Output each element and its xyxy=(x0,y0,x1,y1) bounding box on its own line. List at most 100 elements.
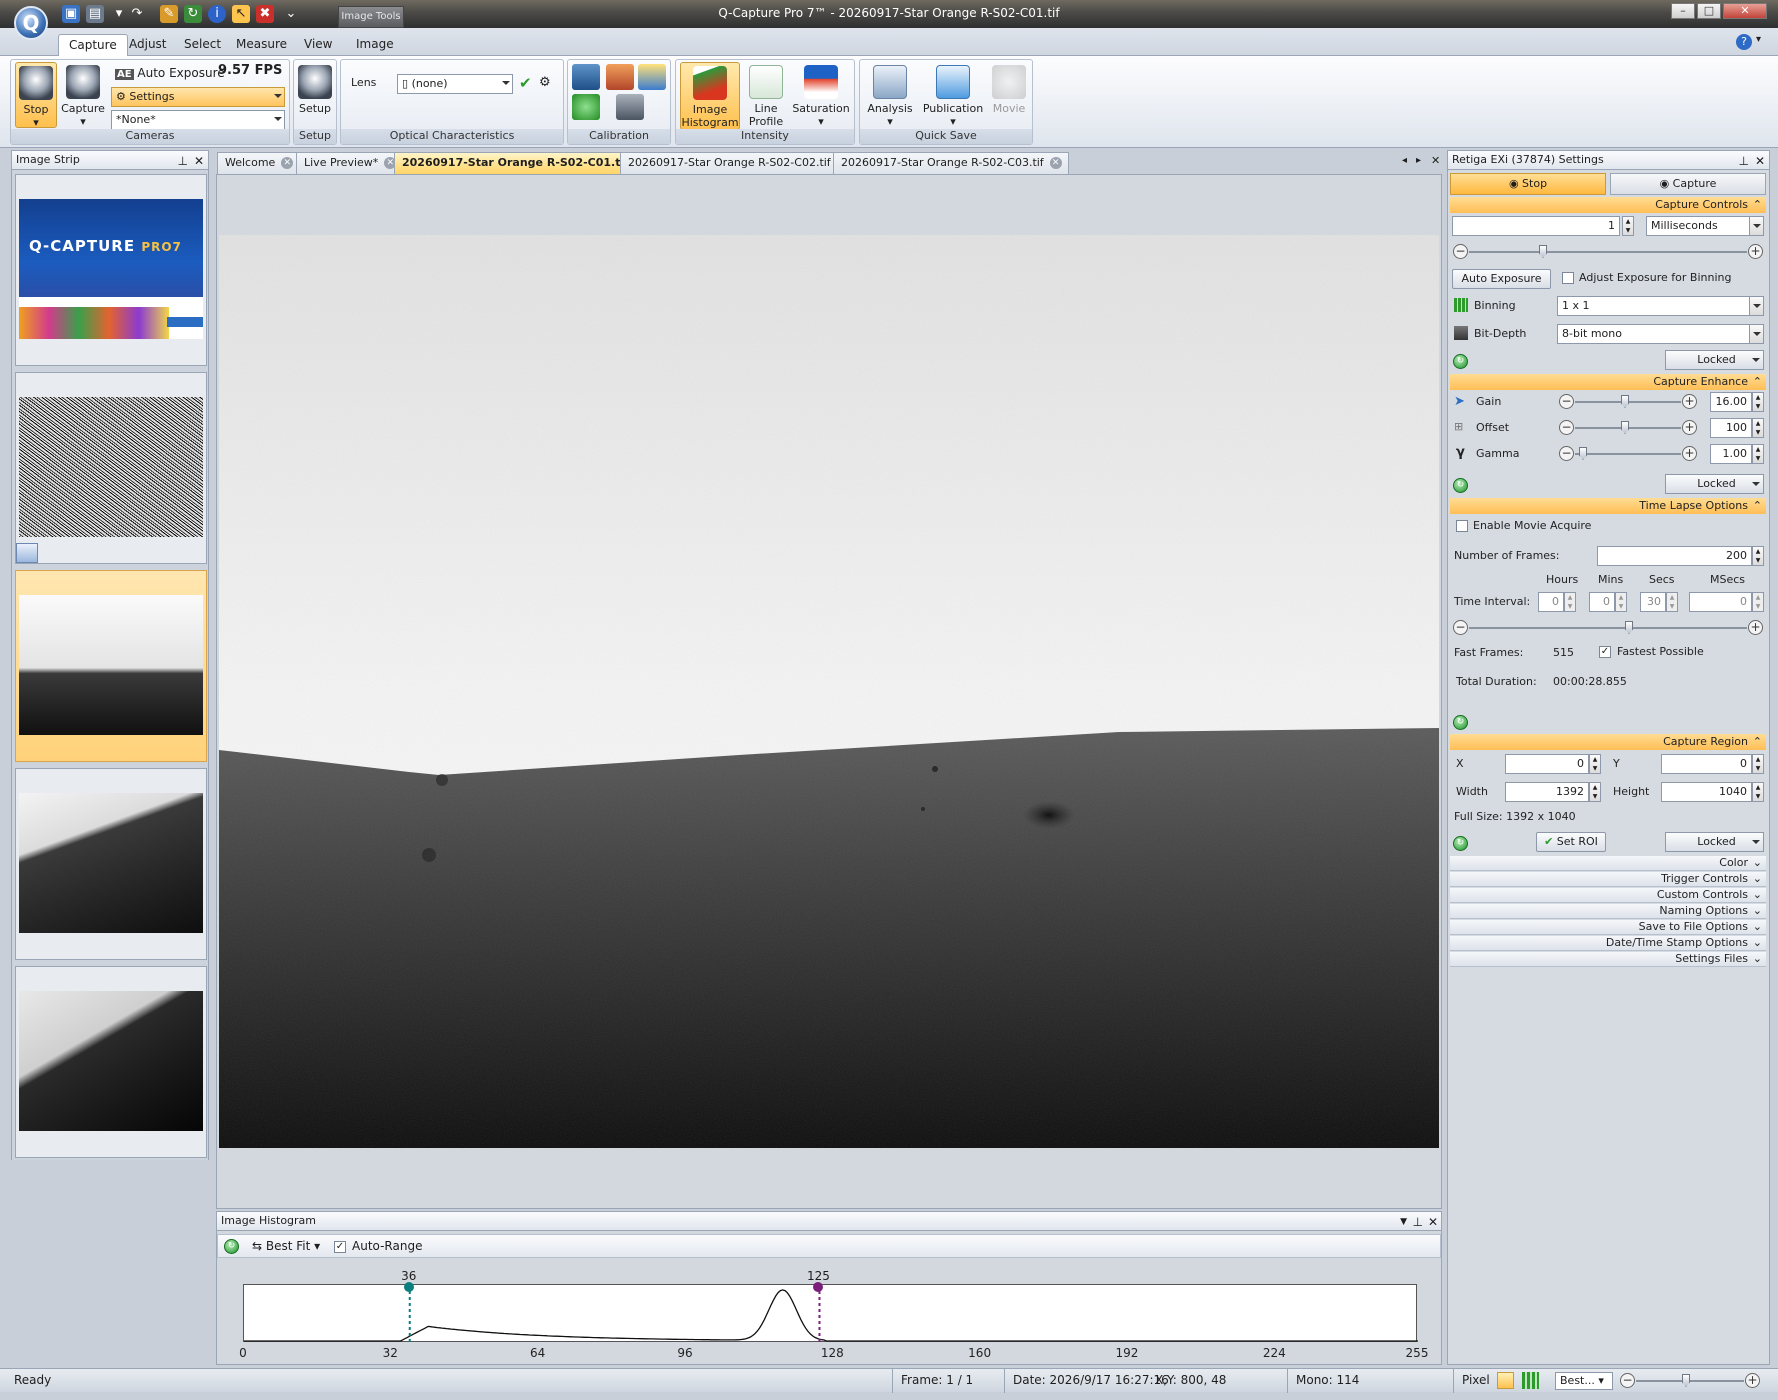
height-input[interactable]: 1040 xyxy=(1661,782,1752,802)
close-button[interactable]: ✕ xyxy=(1723,3,1767,19)
section-custom-controls[interactable]: Custom Controls ⌄ xyxy=(1450,888,1766,903)
frames-input[interactable]: 200 xyxy=(1597,546,1752,566)
tab-measure[interactable]: Measure xyxy=(226,34,297,56)
exposure-unit-dropdown[interactable]: Milliseconds xyxy=(1646,216,1764,236)
capture-region-reset-icon[interactable]: ↻ xyxy=(1453,836,1468,851)
gain-input[interactable]: 16.00 xyxy=(1710,392,1752,412)
x-spinner[interactable]: ▲ ▼ xyxy=(1589,754,1601,774)
capture-enhance-reset-icon[interactable]: ↻ xyxy=(1453,478,1468,493)
help-icon[interactable]: ? xyxy=(1736,34,1752,50)
msecs-spinner[interactable]: ▲ ▼ xyxy=(1752,592,1764,612)
y-input[interactable]: 0 xyxy=(1661,754,1752,774)
width-spinner[interactable]: ▲ ▼ xyxy=(1589,782,1601,802)
calibration-camera-dropdown-icon[interactable] xyxy=(616,94,644,120)
tab-live-preview[interactable]: Live Preview* ✕ xyxy=(296,152,404,174)
app-logo-icon[interactable]: Q xyxy=(14,6,48,40)
fastest-possible-checkbox[interactable]: ✓ xyxy=(1599,646,1611,658)
preset-dropdown[interactable]: *None* xyxy=(111,110,285,130)
capture-button[interactable]: Capture ▾ xyxy=(61,62,105,128)
time-lapse-reset-icon[interactable]: ↻ xyxy=(1453,715,1468,730)
lens-dropdown[interactable]: ▯ (none) xyxy=(397,74,513,94)
tab-c02[interactable]: 20260917-Star Orange R-S02-C02.tif✕ xyxy=(620,152,856,174)
capture-enhance-header[interactable]: Capture Enhance ⌃ xyxy=(1450,374,1766,390)
capture-controls-locked-dropdown[interactable]: Locked xyxy=(1665,350,1764,370)
pin-icon[interactable]: ⊥ xyxy=(1413,1213,1423,1231)
exposure-spinner[interactable]: ▲ ▼ xyxy=(1622,216,1634,236)
exposure-input[interactable]: 1 xyxy=(1452,216,1620,236)
mins-spinner[interactable]: ▲ ▼ xyxy=(1615,592,1627,612)
tab-c03[interactable]: 20260917-Star Orange R-S02-C03.tif ✕ xyxy=(833,152,1069,174)
capture-region-header[interactable]: Capture Region ⌃ xyxy=(1450,734,1766,750)
histogram-plot[interactable] xyxy=(243,1284,1418,1343)
x-input[interactable]: 0 xyxy=(1505,754,1589,774)
best-fit-dropdown[interactable]: ⇆ Best Fit ▾ xyxy=(252,1239,320,1253)
gamma-slider[interactable]: − + xyxy=(1559,446,1697,462)
secs-input[interactable]: 30 xyxy=(1640,592,1666,612)
hours-spinner[interactable]: ▲ ▼ xyxy=(1564,592,1576,612)
mins-input[interactable]: 0 xyxy=(1589,592,1615,612)
pin-icon[interactable]: ⊥ xyxy=(178,152,188,170)
panel-menu-icon[interactable]: ▼ xyxy=(1400,1213,1407,1231)
hours-input[interactable]: 0 xyxy=(1538,592,1564,612)
section-trigger-controls[interactable]: Trigger Controls ⌄ xyxy=(1450,872,1766,887)
histogram-refresh-icon[interactable]: ↻ xyxy=(224,1239,239,1254)
width-input[interactable]: 1392 xyxy=(1505,782,1589,802)
set-roi-button[interactable]: ✔ Set ROI xyxy=(1536,832,1606,852)
enable-movie-checkbox[interactable] xyxy=(1456,520,1468,532)
calibrate-camera-icon[interactable] xyxy=(572,64,600,90)
offset-spinner[interactable]: ▲ ▼ xyxy=(1752,418,1764,438)
offset-input[interactable]: 100 xyxy=(1710,418,1752,438)
time-lapse-header[interactable]: Time Lapse Options ⌃ xyxy=(1450,498,1766,514)
maximize-button[interactable]: □ xyxy=(1697,3,1721,19)
thumbnail-c03[interactable] xyxy=(15,966,207,1158)
line-profile-button[interactable]: Line Profile xyxy=(744,62,788,128)
auto-exposure-button[interactable]: Auto Exposure xyxy=(1452,269,1551,289)
live-camera-icon[interactable] xyxy=(16,543,38,563)
close-panel-icon[interactable]: ✕ xyxy=(1428,1213,1438,1231)
tab-view[interactable]: View xyxy=(294,34,342,56)
calibration-refresh-icon[interactable] xyxy=(572,94,600,120)
calibrate-ruler-icon[interactable] xyxy=(638,64,666,90)
apply-check-icon[interactable]: ✔ xyxy=(519,74,532,92)
tab-capture[interactable]: Capture xyxy=(58,34,128,56)
saturation-button[interactable]: Saturation ▾ xyxy=(790,62,852,128)
settings-stop-button[interactable]: ◉ Stop xyxy=(1450,173,1606,195)
tab-scroll-right-icon[interactable]: ▸ xyxy=(1416,155,1421,166)
exposure-slider[interactable]: − + xyxy=(1453,244,1763,260)
capture-enhance-locked-dropdown[interactable]: Locked xyxy=(1665,474,1764,494)
y-spinner[interactable]: ▲ ▼ xyxy=(1752,754,1764,774)
tab-scroll-left-icon[interactable]: ◂ xyxy=(1402,155,1407,166)
grid-view-icon[interactable] xyxy=(1522,1372,1539,1389)
msecs-input[interactable]: 0 xyxy=(1689,592,1752,612)
frames-spinner[interactable]: ▲ ▼ xyxy=(1752,546,1764,566)
auto-exposure-button[interactable]: AE Auto Exposure xyxy=(115,64,225,84)
gain-slider[interactable]: − + xyxy=(1559,394,1697,410)
gamma-spinner[interactable]: ▲ ▼ xyxy=(1752,444,1764,464)
height-spinner[interactable]: ▲ ▼ xyxy=(1752,782,1764,802)
thumbnail-c02[interactable] xyxy=(15,768,207,960)
captured-image[interactable] xyxy=(219,235,1439,1148)
thumbnail-live-preview[interactable] xyxy=(15,372,207,564)
setup-button[interactable]: Setup xyxy=(296,62,334,128)
binning-dropdown[interactable]: 1 x 1 xyxy=(1557,296,1764,316)
offset-slider[interactable]: − + xyxy=(1559,420,1697,436)
section-naming-options[interactable]: Naming Options ⌄ xyxy=(1450,904,1766,919)
low-marker-handle[interactable] xyxy=(403,1282,414,1292)
publication-button[interactable]: Publication ▾ xyxy=(920,62,986,128)
gamma-input[interactable]: 1.00 xyxy=(1710,444,1752,464)
capture-controls-reset-icon[interactable]: ↻ xyxy=(1453,354,1468,369)
section-color[interactable]: Color ⌄ xyxy=(1450,856,1766,871)
image-histogram-button[interactable]: Image Histogram xyxy=(680,62,740,130)
secs-spinner[interactable]: ▲ ▼ xyxy=(1666,592,1678,612)
tab-image[interactable]: Image xyxy=(346,34,404,56)
movie-button[interactable]: Movie xyxy=(988,62,1030,128)
section-save-to-file-options[interactable]: Save to File Options ⌄ xyxy=(1450,920,1766,935)
tab-select[interactable]: Select xyxy=(174,34,231,56)
stop-button[interactable]: Stop ▾ xyxy=(15,62,57,129)
lens-settings-icon[interactable]: ⚙ xyxy=(539,74,551,92)
settings-dropdown[interactable]: ⚙ Settings xyxy=(111,87,285,107)
minimize-button[interactable]: – xyxy=(1671,3,1695,19)
section-settings-files[interactable]: Settings Files ⌄ xyxy=(1450,952,1766,967)
calibrate-color-icon[interactable] xyxy=(606,64,634,90)
zoom-dropdown[interactable]: Best... ▾ xyxy=(1555,1372,1613,1390)
